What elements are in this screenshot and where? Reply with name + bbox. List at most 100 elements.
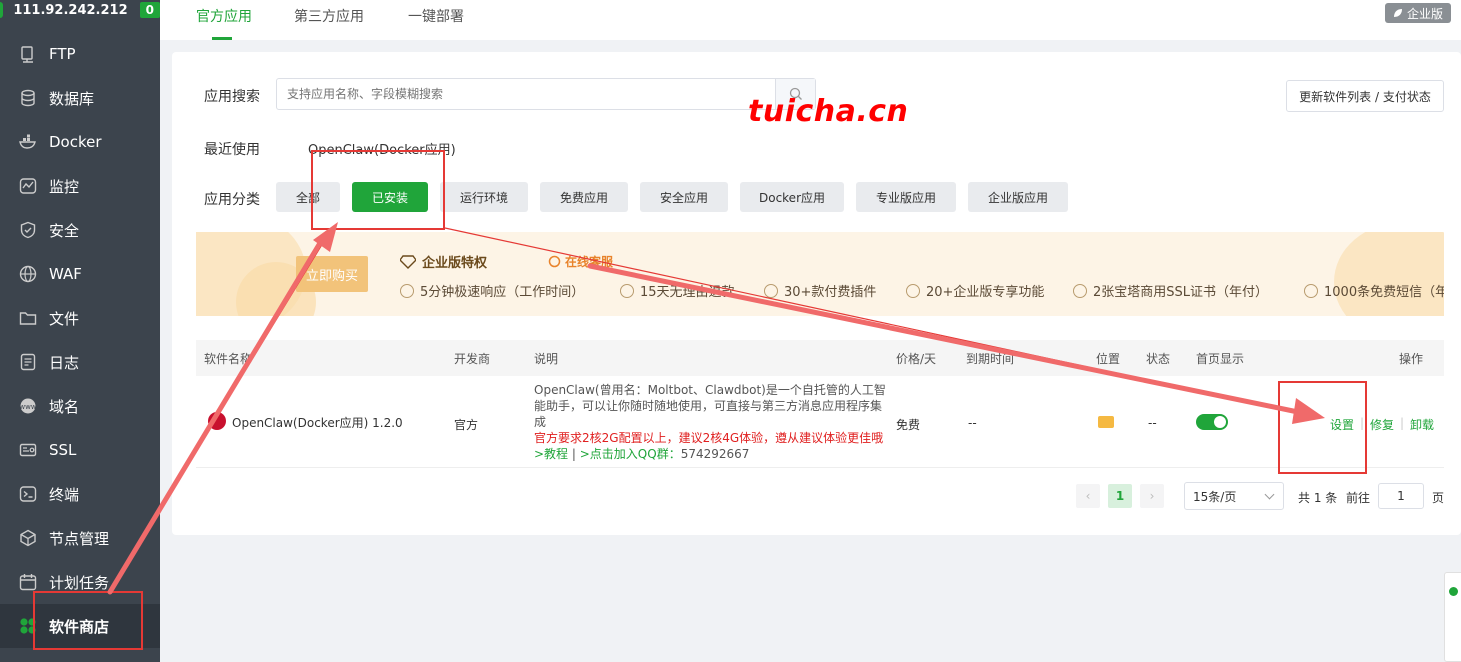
feature-label: 20+企业版专享功能	[926, 285, 1045, 300]
column-header: 位置	[1096, 352, 1121, 366]
uninstall-action[interactable]: 卸载	[1410, 416, 1434, 433]
shield-icon	[18, 220, 38, 240]
goto-page-input[interactable]: 1	[1378, 483, 1424, 509]
sidebar-item-terminal[interactable]: 终端	[0, 472, 160, 516]
column-header: 价格/天	[896, 352, 937, 366]
category-security[interactable]: 安全应用	[640, 182, 728, 212]
sidebar-item-label: Docker	[49, 133, 102, 151]
recent-label: 最近使用	[204, 142, 260, 158]
table-header: 软件名称 开发商 说明 价格/天 到期时间 位置 状态 首页显示 操作	[196, 340, 1444, 376]
sidebar-item-label: SSL	[49, 441, 77, 459]
server-status-mark	[0, 2, 4, 18]
next-page-button[interactable]: ›	[1140, 484, 1164, 508]
alert-count-badge[interactable]: 0	[139, 2, 160, 18]
watermark: tuicha.cn	[748, 94, 909, 129]
sidebar-item-ftp[interactable]: FTP	[0, 32, 160, 76]
feature-label: 1000条免费短信（年	[1324, 285, 1444, 300]
database-icon	[18, 88, 38, 108]
app-developer: 官方	[454, 418, 479, 432]
toggle-knob	[1214, 416, 1226, 428]
category-runtime[interactable]: 运行环境	[440, 182, 528, 212]
homepage-display-toggle[interactable]	[1196, 414, 1228, 430]
enterprise-banner: 立即购买 企业版特权 在线客服 5分钟极速响应（工作时间） 15天无理由退款 3…	[196, 232, 1444, 316]
diamond-icon	[906, 283, 920, 298]
sidebar-item-files[interactable]: 文件	[0, 296, 160, 340]
floating-feedback-tab[interactable]	[1444, 572, 1461, 662]
tab-third-party-apps[interactable]: 第三方应用	[294, 0, 364, 40]
sidebar-item-domain[interactable]: www 域名	[0, 384, 160, 428]
page-number[interactable]: 1	[1108, 484, 1132, 508]
online-service-label: 在线客服	[565, 255, 614, 269]
category-enterprise[interactable]: 企业版应用	[968, 182, 1068, 212]
page-size-select[interactable]: 15条/页	[1184, 482, 1284, 510]
prev-page-button[interactable]: ‹	[1076, 484, 1100, 508]
node-icon	[18, 528, 38, 548]
sidebar-item-label: 安全	[49, 221, 80, 240]
sidebar-item-label: 域名	[49, 397, 80, 416]
sidebar-item-label: 计划任务	[49, 573, 110, 592]
search-label: 应用搜索	[204, 89, 260, 105]
feature-label: 30+款付费插件	[784, 285, 877, 300]
feedback-icon	[1449, 587, 1458, 596]
app-description: OpenClaw(曾用名：Moltbot、Clawdbot)是一个自托管的人工智…	[534, 382, 890, 462]
headset-icon	[548, 255, 561, 268]
app-expiry: --	[968, 416, 977, 430]
tutorial-link[interactable]: >教程	[534, 447, 568, 461]
feature-item: 30+款付费插件	[764, 281, 876, 300]
sidebar-item-label: 文件	[49, 309, 80, 328]
refresh-software-list-button[interactable]: 更新软件列表 / 支付状态	[1286, 80, 1444, 112]
sidebar-item-logs[interactable]: 日志	[0, 340, 160, 384]
sidebar-item-database[interactable]: 数据库	[0, 76, 160, 120]
online-service-link[interactable]: 在线客服	[548, 253, 613, 270]
category-pro[interactable]: 专业版应用	[856, 182, 956, 212]
column-header: 到期时间	[966, 352, 1015, 366]
server-header: 111.92.242.212 0	[0, 0, 160, 20]
annotation-box-store	[33, 591, 143, 650]
sidebar-item-security[interactable]: 安全	[0, 208, 160, 252]
tab-one-click-deploy[interactable]: 一键部署	[408, 0, 464, 40]
sidebar-item-docker[interactable]: Docker	[0, 120, 160, 164]
docker-icon	[18, 132, 38, 152]
banner-title-text: 企业版特权	[422, 256, 488, 271]
sidebar-item-waf[interactable]: WAF	[0, 252, 160, 296]
sms-icon	[1304, 283, 1318, 298]
category-docker[interactable]: Docker应用	[740, 182, 844, 212]
refund-icon	[620, 283, 634, 298]
column-header: 首页显示	[1196, 352, 1245, 366]
leaf-icon	[1393, 9, 1402, 17]
annotation-box-installed	[311, 150, 445, 230]
sidebar-item-label: 数据库	[49, 89, 95, 108]
clock-icon	[400, 283, 414, 298]
tab-official-apps[interactable]: 官方应用	[196, 0, 252, 40]
category-free[interactable]: 免费应用	[540, 182, 628, 212]
sidebar: 111.92.242.212 0 FTP 数据库 Docker 监控 安全 WA…	[0, 0, 160, 662]
sidebar-item-label: 日志	[49, 353, 80, 372]
search-input[interactable]	[277, 79, 777, 109]
monitor-icon	[18, 176, 38, 196]
sidebar-item-nodes[interactable]: 节点管理	[0, 516, 160, 560]
app-name[interactable]: OpenClaw(Docker应用) 1.2.0	[232, 414, 403, 431]
action-separator: |	[1400, 416, 1405, 430]
feature-item: 1000条免费短信（年	[1304, 281, 1444, 300]
open-folder-icon[interactable]	[1098, 416, 1114, 428]
app-price: 免费	[896, 418, 921, 432]
sidebar-item-label: 监控	[49, 177, 80, 196]
page-suffix: 页	[1432, 491, 1445, 505]
domain-icon: www	[18, 396, 38, 416]
feature-label: 2张宝塔商用SSL证书（年付）	[1093, 285, 1269, 300]
active-tab-indicator	[212, 37, 232, 40]
column-header: 开发商	[454, 352, 491, 366]
category-label: 应用分类	[204, 192, 260, 208]
column-header: 软件名称	[204, 352, 253, 366]
qq-group-link[interactable]: >点击加入QQ群：	[580, 447, 681, 461]
sidebar-item-ssl[interactable]: SSL	[0, 428, 160, 472]
annotation-box-settings	[1278, 381, 1367, 474]
enterprise-badge[interactable]: 企业版	[1384, 3, 1451, 23]
repair-action[interactable]: 修复	[1370, 416, 1394, 433]
buy-now-button[interactable]: 立即购买	[296, 256, 368, 292]
globe-icon	[18, 264, 38, 284]
banner-title: 企业版特权	[400, 252, 487, 271]
terminal-icon	[18, 484, 38, 504]
sidebar-item-monitor[interactable]: 监控	[0, 164, 160, 208]
ssl-icon	[18, 440, 38, 460]
